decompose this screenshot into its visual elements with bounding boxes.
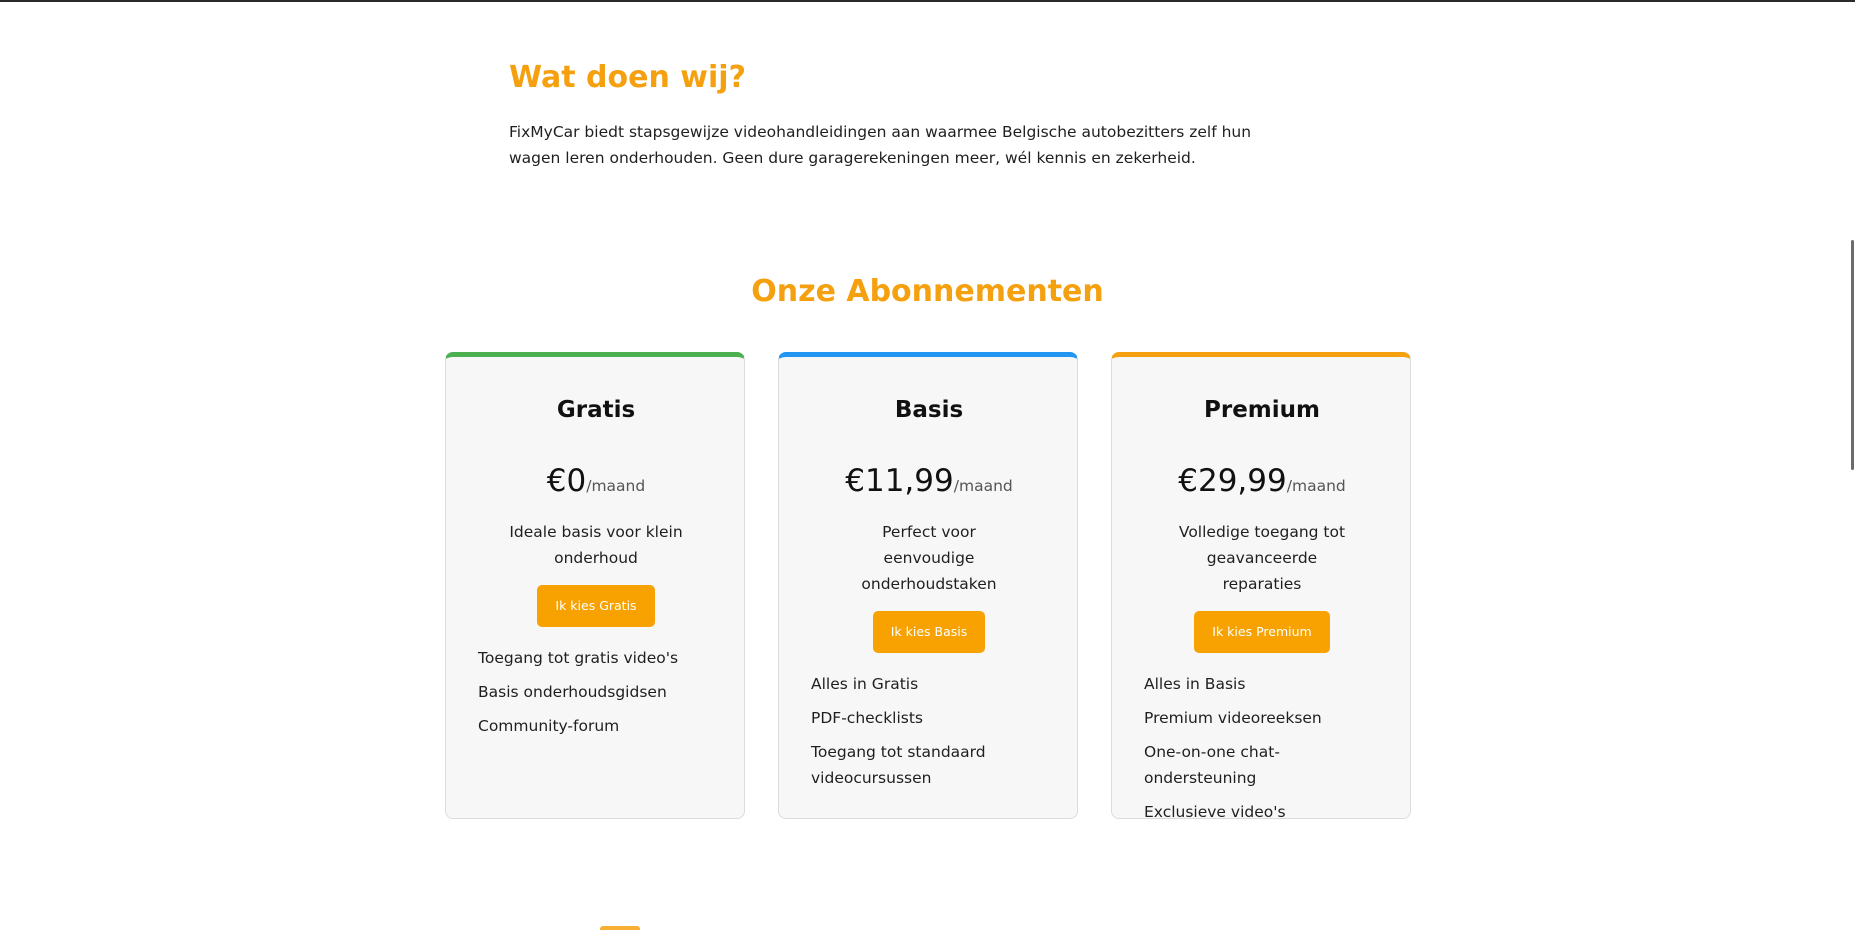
choose-premium-button[interactable]: Ik kies Premium — [1194, 611, 1330, 653]
feature-item: Alles in Gratis — [811, 675, 919, 693]
plan-card-premium: Premium €29,99/maand Volledige toegang t… — [1111, 352, 1411, 821]
plan-price: €11,99 — [845, 463, 954, 499]
feature-item: Alles in Basis — [1144, 675, 1246, 693]
feature-item: Basis onderhoudsgidsen — [478, 683, 667, 701]
plan-price: €29,99 — [1178, 463, 1287, 499]
plan-price: €0 — [546, 463, 587, 499]
choose-basis-button[interactable]: Ik kies Basis — [872, 611, 986, 653]
plan-description: Volledige toegang tot geavanceerde repar… — [1178, 523, 1346, 593]
plan-description: Ideale basis voor klein onderhoud — [509, 523, 683, 567]
plans-title: Onze Abonnementen — [751, 274, 1104, 309]
intro-section: Wat doen wij? FixMyCar biedt stapsgewijz… — [509, 60, 1299, 171]
feature-item: Toegang tot gratis video's — [478, 649, 679, 667]
scrollbar-thumb[interactable] — [1851, 240, 1854, 470]
plan-period: /maand — [1286, 477, 1346, 495]
plan-card-basis: Basis €11,99/maand Perfect voor eenvoudi… — [778, 352, 1078, 819]
plan-period: /maand — [586, 477, 646, 495]
next-section-heading-peek — [600, 926, 640, 930]
feature-item: Community-forum — [478, 717, 620, 735]
plan-name: Premium — [1204, 397, 1320, 423]
feature-item: Exclusieve video's — [1144, 803, 1286, 821]
page: Wat doen wij? FixMyCar biedt stapsgewijz… — [0, 0, 1855, 930]
plan-price-block: €11,99/maand — [811, 463, 1047, 499]
intro-title: Wat doen wij? — [509, 60, 746, 95]
feature-item: PDF-checklists — [811, 709, 924, 727]
page-scrollbar[interactable] — [1847, 2, 1855, 930]
plan-features: Toegang tot gratis video's Basis onderho… — [478, 645, 714, 739]
feature-item: Toegang tot standaard videocursussen — [811, 743, 986, 787]
plans-list: Gratis €0/maand Ideale basis voor klein … — [445, 352, 1411, 821]
feature-item: One-on-one chat-ondersteuning — [1144, 743, 1280, 787]
feature-item: Premium videoreeksen — [1144, 709, 1322, 727]
plan-features: Alles in Gratis PDF-checklists Toegang t… — [811, 671, 1047, 791]
plan-period: /maand — [953, 477, 1013, 495]
choose-gratis-button[interactable]: Ik kies Gratis — [537, 585, 655, 627]
plan-name: Gratis — [556, 397, 636, 423]
plan-price-block: €29,99/maand — [1144, 463, 1380, 499]
plan-card-gratis: Gratis €0/maand Ideale basis voor klein … — [445, 352, 745, 819]
plan-features: Alles in Basis Premium videoreeksen One-… — [1144, 671, 1380, 825]
intro-text: FixMyCar biedt stapsgewijze videohandlei… — [509, 123, 1252, 167]
plan-name: Basis — [894, 397, 964, 423]
plan-price-block: €0/maand — [478, 463, 714, 499]
plan-description: Perfect voor eenvoudige onderhoudstaken — [861, 523, 997, 593]
